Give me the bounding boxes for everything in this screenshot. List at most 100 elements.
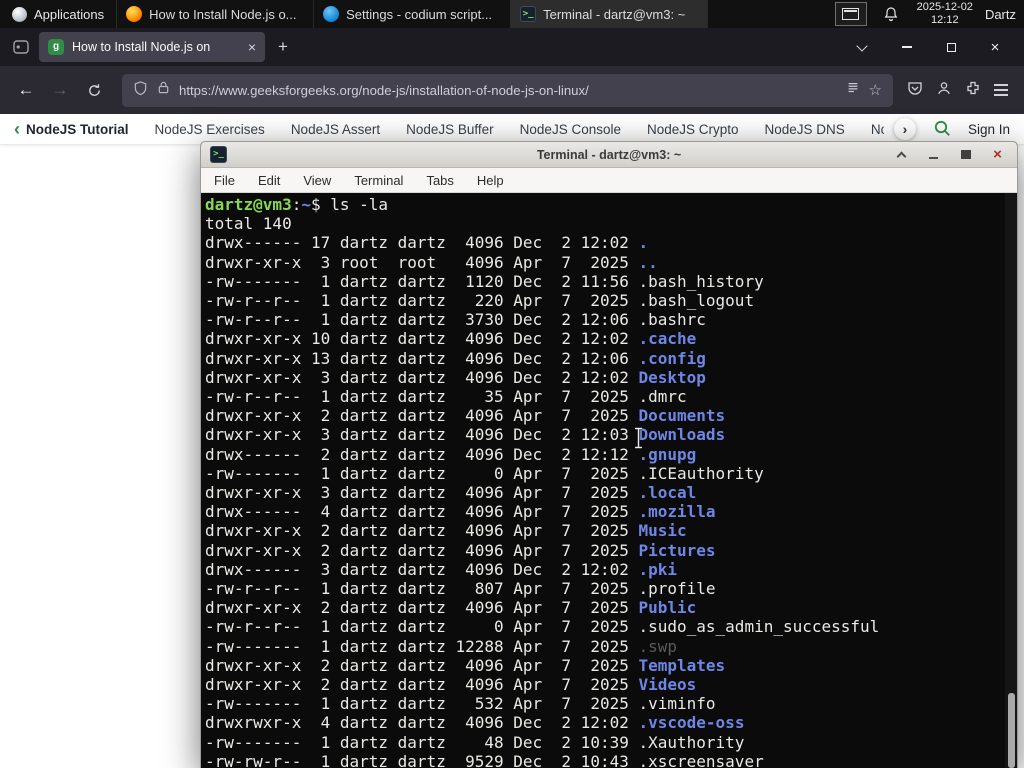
clock-date: 2025-12-02 (916, 1, 973, 13)
terminal-line: -rw-r--r-- 1 dartz dartz 220 Apr 7 2025 … (205, 291, 755, 311)
taskbar-button-title: How to Install Node.js o... (149, 6, 297, 22)
terminal-line: drwxr-xr-x 2 dartz dartz 4096 Apr 7 2025… (205, 540, 716, 560)
clock-time: 12:12 (931, 14, 959, 26)
codium-icon (323, 6, 340, 22)
taskbar-button-firefox[interactable]: How to Install Node.js o... (117, 0, 315, 28)
terminal-line: -rw------- 1 dartz dartz 12288 Apr 7 202… (205, 636, 678, 656)
nav-strip-right: › Sign In (893, 118, 1010, 140)
terminal-line: -rw-r--r-- 1 dartz dartz 3730 Dec 2 12:0… (205, 310, 706, 330)
tracking-shield-icon[interactable] (133, 80, 148, 101)
terminal-line: drwxr-xr-x 3 dartz dartz 4096 Dec 2 12:0… (205, 425, 726, 445)
notification-bell-icon[interactable] (883, 6, 899, 22)
terminal-menu-file[interactable]: File (214, 173, 235, 188)
extensions-puzzle-icon[interactable] (965, 80, 981, 101)
forward-button[interactable]: → (44, 74, 76, 106)
shade-button[interactable] (894, 147, 909, 163)
nav-strip-items: NodeJS Exercises NodeJS Assert NodeJS Buff… (155, 122, 884, 137)
sign-in-button[interactable]: Sign In (968, 122, 1010, 137)
terminal-icon: >_ (520, 6, 537, 22)
back-button[interactable]: ← (10, 74, 42, 106)
terminal-line: drwxrwxr-x 4 dartz dartz 4096 Dec 2 12:0… (205, 713, 745, 733)
chevron-right-icon[interactable]: › (893, 118, 916, 140)
taskbar-button-terminal[interactable]: >_ Terminal - dartz@vm3: ~ (511, 0, 709, 28)
applications-icon (12, 6, 27, 22)
terminal-line: drwxr-xr-x 2 dartz dartz 4096 Apr 7 2025… (205, 406, 726, 426)
tab-close-icon[interactable]: × (248, 40, 256, 54)
maximize-button[interactable] (938, 34, 964, 60)
terminal-titlebar[interactable]: >_ Terminal - dartz@vm3: ~ × (201, 142, 1017, 168)
chevron-left-icon: ‹ (14, 119, 20, 139)
terminal-window-controls: × (894, 147, 1008, 163)
nav-strip-item[interactable]: NodeJS Crypto (647, 122, 739, 137)
taskbar-button-title: Terminal - dartz@vm3: ~ (543, 6, 686, 22)
terminal-line: drwx------ 17 dartz dartz 4096 Dec 2 12:… (205, 233, 649, 253)
terminal-line: drwx------ 3 dartz dartz 4096 Dec 2 12:0… (205, 559, 678, 579)
tray-terminal-icon[interactable] (834, 2, 867, 26)
terminal-app-icon: >_ (210, 146, 227, 163)
nav-strip-item[interactable]: NodeJS DNS (765, 122, 845, 137)
terminal-menubar: File Edit View Terminal Tabs Help (201, 168, 1017, 193)
terminal-minimize-button[interactable] (926, 147, 941, 163)
terminal-line: drwxr-xr-x 2 dartz dartz 4096 Apr 7 2025… (205, 655, 726, 675)
terminal-line: -rw------- 1 dartz dartz 48 Dec 2 10:39 … (205, 732, 745, 752)
minimize-button[interactable] (894, 34, 920, 60)
applications-menu[interactable]: Applications (0, 0, 116, 28)
url-text[interactable]: https://www.geeksforgeeks.org/node-js/in… (179, 83, 837, 98)
terminal-menu-terminal[interactable]: Terminal (354, 173, 403, 188)
terminal-line: -rw------- 1 dartz dartz 532 Apr 7 2025 … (205, 694, 716, 714)
taskbar-button-codium[interactable]: Settings - codium script... (314, 0, 512, 28)
terminal-line: drwxr-xr-x 3 dartz dartz 4096 Dec 2 12:0… (205, 367, 706, 387)
terminal-line: drwxr-xr-x 13 dartz dartz 4096 Dec 2 12:… (205, 348, 706, 368)
top-panel: Applications How to Install Node.js o...… (0, 0, 1024, 28)
firefox-view-icon[interactable] (8, 34, 34, 60)
terminal-line: drwxr-xr-x 2 dartz dartz 4096 Apr 7 2025… (205, 675, 697, 695)
terminal-maximize-button[interactable] (958, 147, 973, 163)
nav-strip-item[interactable]: Node (871, 122, 884, 137)
taskbar-button-title: Settings - codium script... (346, 6, 493, 22)
geeksforgeeks-favicon: g (48, 39, 64, 55)
navigation-toolbar: ← → https://www.geeksforgeeks.org/node-j… (0, 66, 1024, 114)
terminal-menu-edit[interactable]: Edit (258, 173, 280, 188)
text-cursor (635, 426, 642, 450)
url-bar[interactable]: https://www.geeksforgeeks.org/node-js/in… (122, 73, 893, 107)
scrollbar-thumb[interactable] (1008, 693, 1015, 768)
browser-tab[interactable]: g How to Install Node.js on × (39, 32, 265, 62)
terminal-menu-help[interactable]: Help (477, 173, 504, 188)
search-icon[interactable] (933, 119, 951, 140)
menu-hamburger-icon[interactable] (994, 84, 1008, 96)
terminal-menu-tabs[interactable]: Tabs (426, 173, 453, 188)
terminal-line: -rw-r--r-- 1 dartz dartz 807 Apr 7 2025 … (205, 579, 716, 599)
new-tab-button[interactable]: + (270, 34, 296, 60)
terminal-line: drwxr-xr-x 10 dartz dartz 4096 Dec 2 12:… (205, 329, 697, 349)
nav-strip-item[interactable]: NodeJS Console (520, 122, 621, 137)
list-all-tabs-icon[interactable] (849, 34, 875, 60)
terminal-line: -rw-r--r-- 1 dartz dartz 35 Apr 7 2025 .… (205, 387, 687, 407)
terminal-close-button[interactable]: × (990, 147, 1005, 163)
nav-strip-back[interactable]: ‹ NodeJS Tutorial (14, 120, 129, 138)
firefox-icon (126, 6, 143, 22)
terminal-line: -rw-r--r-- 1 dartz dartz 0 Apr 7 2025 .s… (205, 617, 880, 637)
terminal-line: drwxr-xr-x 3 dartz dartz 4096 Apr 7 2025… (205, 483, 697, 503)
terminal-menu-view[interactable]: View (303, 173, 331, 188)
reader-mode-icon[interactable] (846, 81, 860, 100)
user-label[interactable]: Dartz (985, 7, 1016, 22)
reload-button[interactable] (78, 74, 110, 106)
terminal-scrollbar[interactable] (1005, 193, 1017, 768)
nav-strip-item[interactable]: NodeJS Exercises (155, 122, 265, 137)
lock-icon[interactable] (157, 80, 170, 100)
terminal-line: drwx------ 2 dartz dartz 4096 Dec 2 12:1… (205, 444, 697, 464)
toolbar-right-buttons (907, 80, 1008, 101)
account-icon[interactable] (936, 80, 952, 101)
close-button[interactable]: × (982, 34, 1008, 60)
terminal-content[interactable]: dartz@vm3:~$ ls -la total 140 drwx------ 1… (201, 193, 1017, 768)
window-outline-icon (842, 8, 860, 20)
terminal-line: -rw------- 1 dartz dartz 1120 Dec 2 11:5… (205, 271, 764, 291)
terminal-line: drwxr-xr-x 2 dartz dartz 4096 Apr 7 2025… (205, 521, 687, 541)
clock[interactable]: 2025-12-02 12:12 (917, 1, 973, 27)
pocket-icon[interactable] (907, 80, 923, 101)
terminal-window: >_ Terminal - dartz@vm3: ~ × File Edit Vie… (200, 141, 1018, 768)
terminal-line: dartz@vm3:~$ ls -la (205, 195, 389, 214)
bookmark-star-icon[interactable]: ☆ (869, 83, 882, 98)
nav-strip-item[interactable]: NodeJS Assert (291, 122, 380, 137)
nav-strip-item[interactable]: NodeJS Buffer (406, 122, 494, 137)
